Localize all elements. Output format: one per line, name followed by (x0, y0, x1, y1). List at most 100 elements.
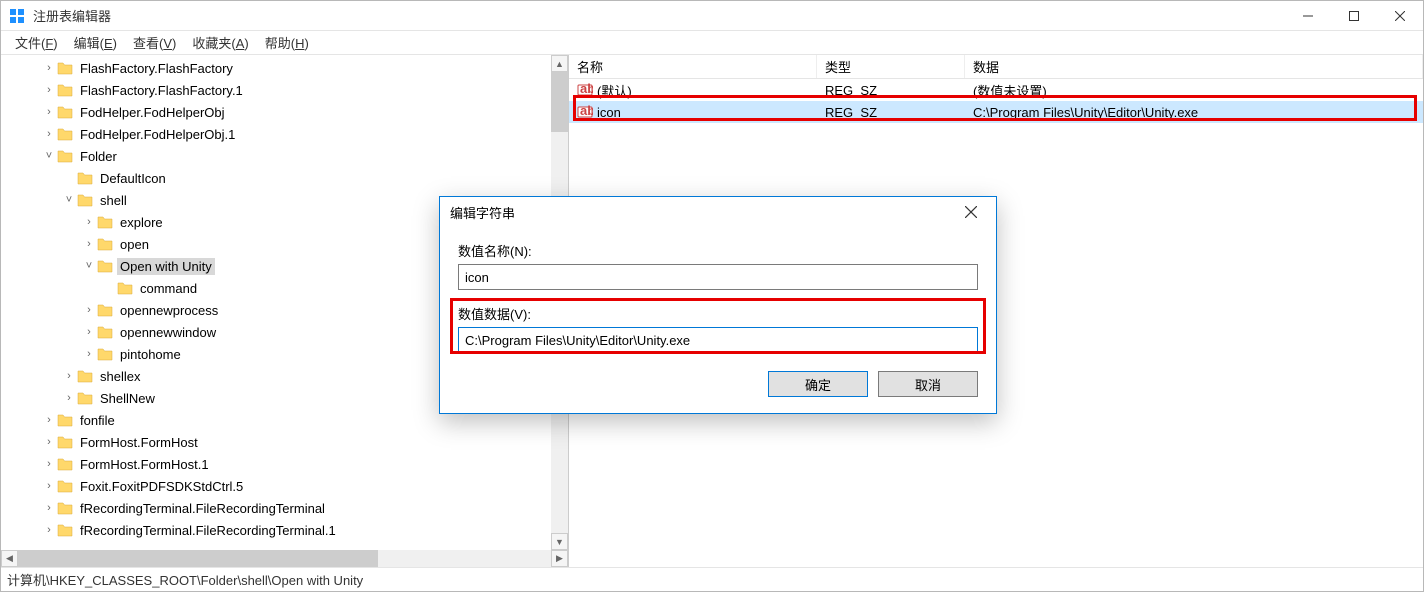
menu-help[interactable]: 帮助(H) (259, 31, 315, 54)
value-data-input[interactable] (458, 327, 978, 353)
statusbar-path: 计算机\HKEY_CLASSES_ROOT\Folder\shell\Open … (7, 570, 363, 589)
expand-icon[interactable]: › (81, 348, 97, 360)
tree-item-label: explore (117, 214, 166, 231)
ok-button[interactable]: 确定 (768, 371, 868, 397)
tree-item-label: shell (97, 192, 130, 209)
scroll-up-button[interactable]: ▲ (551, 55, 568, 72)
scroll-thumb[interactable] (18, 550, 378, 567)
maximize-button[interactable] (1331, 1, 1377, 31)
tree-item-label: FodHelper.FodHelperObj.1 (77, 126, 238, 143)
expand-icon[interactable]: › (41, 524, 57, 536)
menu-view[interactable]: 查看(V) (127, 31, 182, 54)
value-type: REG_SZ (817, 83, 965, 98)
tree-item-label: FlashFactory.FlashFactory (77, 60, 236, 77)
expand-icon[interactable]: › (41, 106, 57, 118)
folder-icon (57, 60, 73, 76)
list-row[interactable]: ab (默认) REG_SZ(数值未设置) (569, 79, 1423, 101)
tree-item-label: shellex (97, 368, 143, 385)
dialog-close-button[interactable] (956, 197, 986, 227)
folder-icon (97, 324, 113, 340)
menu-file[interactable]: 文件(F) (9, 31, 64, 54)
expand-icon[interactable]: › (41, 84, 57, 96)
app-icon (9, 8, 25, 24)
expand-icon[interactable]: › (61, 392, 77, 404)
tree-horizontal-scrollbar[interactable]: ◀ ▶ (1, 550, 568, 567)
scroll-left-button[interactable]: ◀ (1, 550, 18, 567)
tree-item-label: DefaultIcon (97, 170, 169, 187)
tree-item-label: FormHost.FormHost.1 (77, 456, 212, 473)
svg-text:ab: ab (580, 104, 593, 118)
tree-item-label: pintohome (117, 346, 184, 363)
tree-item-label: opennewwindow (117, 324, 219, 341)
folder-icon (97, 346, 113, 362)
scroll-down-button[interactable]: ▼ (551, 533, 568, 550)
tree-item[interactable]: › FodHelper.FodHelperObj.1 (1, 123, 551, 145)
expand-icon[interactable]: › (41, 128, 57, 140)
minimize-button[interactable] (1285, 1, 1331, 31)
folder-icon (117, 280, 133, 296)
column-header-type[interactable]: 类型 (817, 55, 965, 78)
value-name-input[interactable] (458, 264, 978, 290)
value-data: C:\Program Files\Unity\Editor\Unity.exe (965, 105, 1423, 120)
tree-item[interactable]: ›fRecordingTerminal.FileRecordingTermina… (1, 519, 551, 541)
tree-item-label: ShellNew (97, 390, 158, 407)
tree-item[interactable]: ›Foxit.FoxitPDFSDKStdCtrl.5 (1, 475, 551, 497)
expand-icon: · (101, 282, 117, 294)
expand-icon[interactable]: › (81, 304, 97, 316)
list-row[interactable]: abiconREG_SZC:\Program Files\Unity\Edito… (569, 101, 1423, 123)
folder-icon (57, 82, 73, 98)
folder-icon (57, 456, 73, 472)
tree-item-label: FodHelper.FodHelperObj (77, 104, 228, 121)
tree-item[interactable]: › fRecordingTerminal.FileRecordingTermina… (1, 497, 551, 519)
column-header-name[interactable]: 名称 (569, 55, 817, 78)
value-data-label: 数值数据(V): (458, 304, 978, 323)
edit-string-dialog: 编辑字符串 数值名称(N): 数值数据(V): 确定 取消 (439, 196, 997, 414)
folder-icon (57, 434, 73, 450)
close-button[interactable] (1377, 1, 1423, 31)
expand-icon[interactable]: › (41, 502, 57, 514)
menu-favorites[interactable]: 收藏夹(A) (186, 31, 254, 54)
expand-icon[interactable]: › (61, 370, 77, 382)
expand-icon[interactable]: › (41, 458, 57, 470)
value-name: (默认) (597, 81, 632, 100)
folder-icon (97, 236, 113, 252)
tree-item[interactable]: ˅Folder (1, 145, 551, 167)
folder-icon (57, 500, 73, 516)
titlebar: 注册表编辑器 (1, 1, 1423, 31)
tree-item-label: FlashFactory.FlashFactory.1 (77, 82, 246, 99)
collapse-icon[interactable]: ˅ (81, 260, 97, 272)
cancel-button[interactable]: 取消 (878, 371, 978, 397)
window-title: 注册表编辑器 (33, 6, 1285, 25)
expand-icon[interactable]: › (41, 480, 57, 492)
folder-icon (77, 170, 93, 186)
expand-icon[interactable]: › (81, 326, 97, 338)
scroll-right-button[interactable]: ▶ (551, 550, 568, 567)
menubar: 文件(F) 编辑(E) 查看(V) 收藏夹(A) 帮助(H) (1, 31, 1423, 55)
expand-icon[interactable]: › (41, 62, 57, 74)
svg-text:ab: ab (580, 82, 593, 96)
tree-item[interactable]: › FodHelper.FodHelperObj (1, 101, 551, 123)
tree-item-label: fRecordingTerminal.FileRecordingTerminal (77, 500, 328, 517)
tree-item[interactable]: › FlashFactory.FlashFactory.1 (1, 79, 551, 101)
scroll-track[interactable] (18, 550, 551, 567)
tree-item[interactable]: ›FormHost.FormHost (1, 431, 551, 453)
column-header-data[interactable]: 数据 (965, 55, 1423, 78)
scroll-thumb[interactable] (551, 72, 568, 132)
tree-item[interactable]: › FormHost.FormHost.1 (1, 453, 551, 475)
menu-edit[interactable]: 编辑(E) (68, 31, 123, 54)
expand-icon[interactable]: › (81, 216, 97, 228)
expand-icon[interactable]: › (81, 238, 97, 250)
collapse-icon[interactable]: ˅ (61, 194, 77, 206)
value-name-label: 数值名称(N): (458, 241, 978, 260)
tree-item[interactable]: ·DefaultIcon (1, 167, 551, 189)
tree-item[interactable]: › FlashFactory.FlashFactory (1, 57, 551, 79)
folder-icon (57, 126, 73, 142)
dialog-title: 编辑字符串 (450, 203, 956, 222)
collapse-icon[interactable]: ˅ (41, 150, 57, 162)
value-list[interactable]: ab (默认) REG_SZ(数值未设置)abiconREG_SZC:\Progra… (569, 79, 1423, 123)
dialog-titlebar[interactable]: 编辑字符串 (440, 197, 996, 227)
folder-icon (77, 368, 93, 384)
value-data: (数值未设置) (965, 81, 1423, 100)
expand-icon[interactable]: › (41, 436, 57, 448)
expand-icon[interactable]: › (41, 414, 57, 426)
